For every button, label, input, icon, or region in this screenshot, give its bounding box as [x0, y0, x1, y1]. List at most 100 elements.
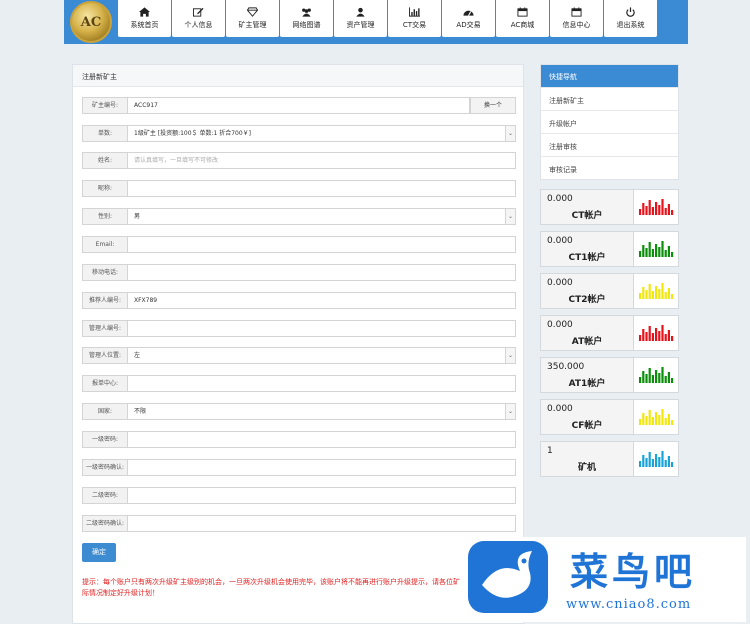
nav-home[interactable]: 系统首页	[118, 0, 171, 37]
row-email: Email:	[82, 236, 516, 253]
account-card[interactable]: 0.000 CT1帐户	[540, 231, 679, 267]
referrer-input[interactable]: XFX789	[127, 292, 516, 309]
row-pwd2: 二级密码:	[82, 487, 516, 504]
row-pwd1: 一级密码:	[82, 431, 516, 448]
referrer-label: 推荐人编号:	[82, 292, 127, 309]
chevron-down-icon: ⌄	[505, 404, 515, 419]
bar-chart-icon	[633, 274, 678, 308]
swap-id-button[interactable]: 换一个	[470, 97, 516, 114]
account-card[interactable]: 0.000 AT帐户	[540, 315, 679, 351]
account-balance: 0.000	[547, 194, 573, 204]
account-name: 矿机	[577, 463, 596, 473]
row-mobile: 移动电话:	[82, 264, 516, 281]
pwd2-input[interactable]	[127, 487, 516, 504]
country-select[interactable]: 不限 ⌄	[127, 403, 516, 420]
row-manager: 管理人编号:	[82, 320, 516, 337]
manager-input[interactable]	[127, 320, 516, 337]
account-name: AT1帐户	[568, 379, 606, 389]
nav-assets[interactable]: 资产管理	[334, 0, 387, 37]
logo-text: AC	[80, 15, 102, 30]
row-referrer: 推荐人编号: XFX789	[82, 292, 516, 309]
account-name: CT1帐户	[568, 253, 606, 263]
name-input[interactable]: 请认真填写，一旦填写不可修改	[127, 152, 516, 169]
email-field[interactable]	[127, 236, 516, 253]
account-balance: 0.000	[547, 404, 573, 414]
quick-nav-item[interactable]: 升级帐户	[541, 110, 678, 133]
pwd2-confirm-input[interactable]	[127, 515, 516, 532]
nav-ad-trade[interactable]: AD交易	[442, 0, 495, 37]
home-icon	[139, 7, 150, 17]
nav-logout[interactable]: 退出系统	[604, 0, 657, 37]
bar-chart-icon	[633, 400, 678, 434]
row-pwd2-confirm: 二级密码确认:	[82, 515, 516, 532]
account-name: CF帐户	[571, 421, 603, 431]
nav-logout-label: 退出系统	[616, 21, 645, 29]
center-input[interactable]	[127, 375, 516, 392]
edit-icon	[193, 7, 204, 17]
user-icon	[356, 7, 365, 17]
pwd2-confirm-label: 二级密码确认:	[82, 515, 127, 532]
account-balance: 1	[547, 446, 553, 456]
chevron-down-icon: ⌄	[505, 348, 515, 363]
nickname-label: 昵称:	[82, 180, 127, 197]
account-card[interactable]: 0.000 CT帐户	[540, 189, 679, 225]
plan-select-value: 1级矿主 [投资额:100＄ 单数:1 折合700￥]	[134, 130, 251, 137]
position-select[interactable]: 左 ⌄	[127, 347, 516, 364]
quick-nav-item[interactable]: 审核记录	[541, 156, 678, 179]
pwd1-confirm-input[interactable]	[127, 459, 516, 476]
country-select-value: 不限	[134, 408, 147, 415]
nav-profile[interactable]: 个人信息	[172, 0, 225, 37]
mobile-input[interactable]	[127, 264, 516, 281]
nav-network-label: 网络图谱	[292, 21, 321, 29]
quick-nav-item[interactable]: 注册新矿主	[541, 87, 678, 110]
gender-label: 性别:	[82, 208, 127, 225]
nav-assets-label: 资产管理	[346, 21, 375, 29]
nav-network[interactable]: 网络图谱	[280, 0, 333, 37]
miner-id-label: 矿主编号:	[82, 97, 127, 114]
chevron-down-icon: ⌄	[505, 209, 515, 224]
nav-ac-mall[interactable]: AC商城	[496, 0, 549, 37]
account-balance: 0.000	[547, 320, 573, 330]
top-navbar: AC 系统首页 个人信息 矿主管理 网络图谱 资产管理 CT交易 AD交易 AC…	[64, 0, 688, 44]
position-label: 管理人位置:	[82, 347, 127, 364]
row-center: 报单中心:	[82, 375, 516, 392]
pwd1-label: 一级密码:	[82, 431, 127, 448]
dashboard-icon	[463, 10, 474, 16]
submit-button[interactable]: 确定	[82, 543, 116, 562]
nav-messages[interactable]: 信息中心	[550, 0, 603, 37]
gender-select[interactable]: 男 ⌄	[127, 208, 516, 225]
nav-ad-trade-label: AD交易	[456, 21, 481, 29]
nav-miners[interactable]: 矿主管理	[226, 0, 279, 37]
users-icon	[302, 8, 311, 17]
quick-nav-item[interactable]: 注册审核	[541, 133, 678, 156]
quick-nav-title: 快捷导航	[541, 65, 678, 87]
gender-select-value: 男	[134, 213, 141, 220]
pwd1-confirm-label: 一级密码确认:	[82, 459, 127, 476]
calendar-icon	[571, 7, 582, 17]
miner-id-input[interactable]: ACC917	[127, 97, 470, 114]
watermark-url: www.cniao8.com	[566, 597, 692, 612]
account-card[interactable]: 1 矿机	[540, 441, 679, 477]
center-label: 报单中心:	[82, 375, 127, 392]
nav-ct-trade[interactable]: CT交易	[388, 0, 441, 37]
nav-profile-label: 个人信息	[184, 21, 213, 29]
position-select-value: 左	[134, 352, 141, 359]
mobile-label: 移动电话:	[82, 264, 127, 281]
bar-chart-icon	[633, 190, 678, 224]
nickname-input[interactable]	[127, 180, 516, 197]
account-card[interactable]: 0.000 CT2帐户	[540, 273, 679, 309]
watermark-title: 菜鸟吧	[570, 549, 697, 594]
bar-chart-icon	[633, 442, 678, 476]
pwd1-input[interactable]	[127, 431, 516, 448]
row-position: 管理人位置: 左 ⌄	[82, 347, 516, 364]
bar-chart-icon	[409, 7, 420, 17]
account-name: CT2帐户	[568, 295, 606, 305]
account-card[interactable]: 350.000 AT1帐户	[540, 357, 679, 393]
account-card[interactable]: 0.000 CF帐户	[540, 399, 679, 435]
country-label: 国家:	[82, 403, 127, 420]
nav-ct-trade-label: CT交易	[402, 21, 427, 29]
nav-ac-mall-label: AC商城	[510, 21, 535, 29]
power-icon	[626, 7, 635, 17]
account-balance: 0.000	[547, 236, 573, 246]
plan-select[interactable]: 1级矿主 [投资额:100＄ 单数:1 折合700￥] ⌄	[127, 125, 516, 142]
